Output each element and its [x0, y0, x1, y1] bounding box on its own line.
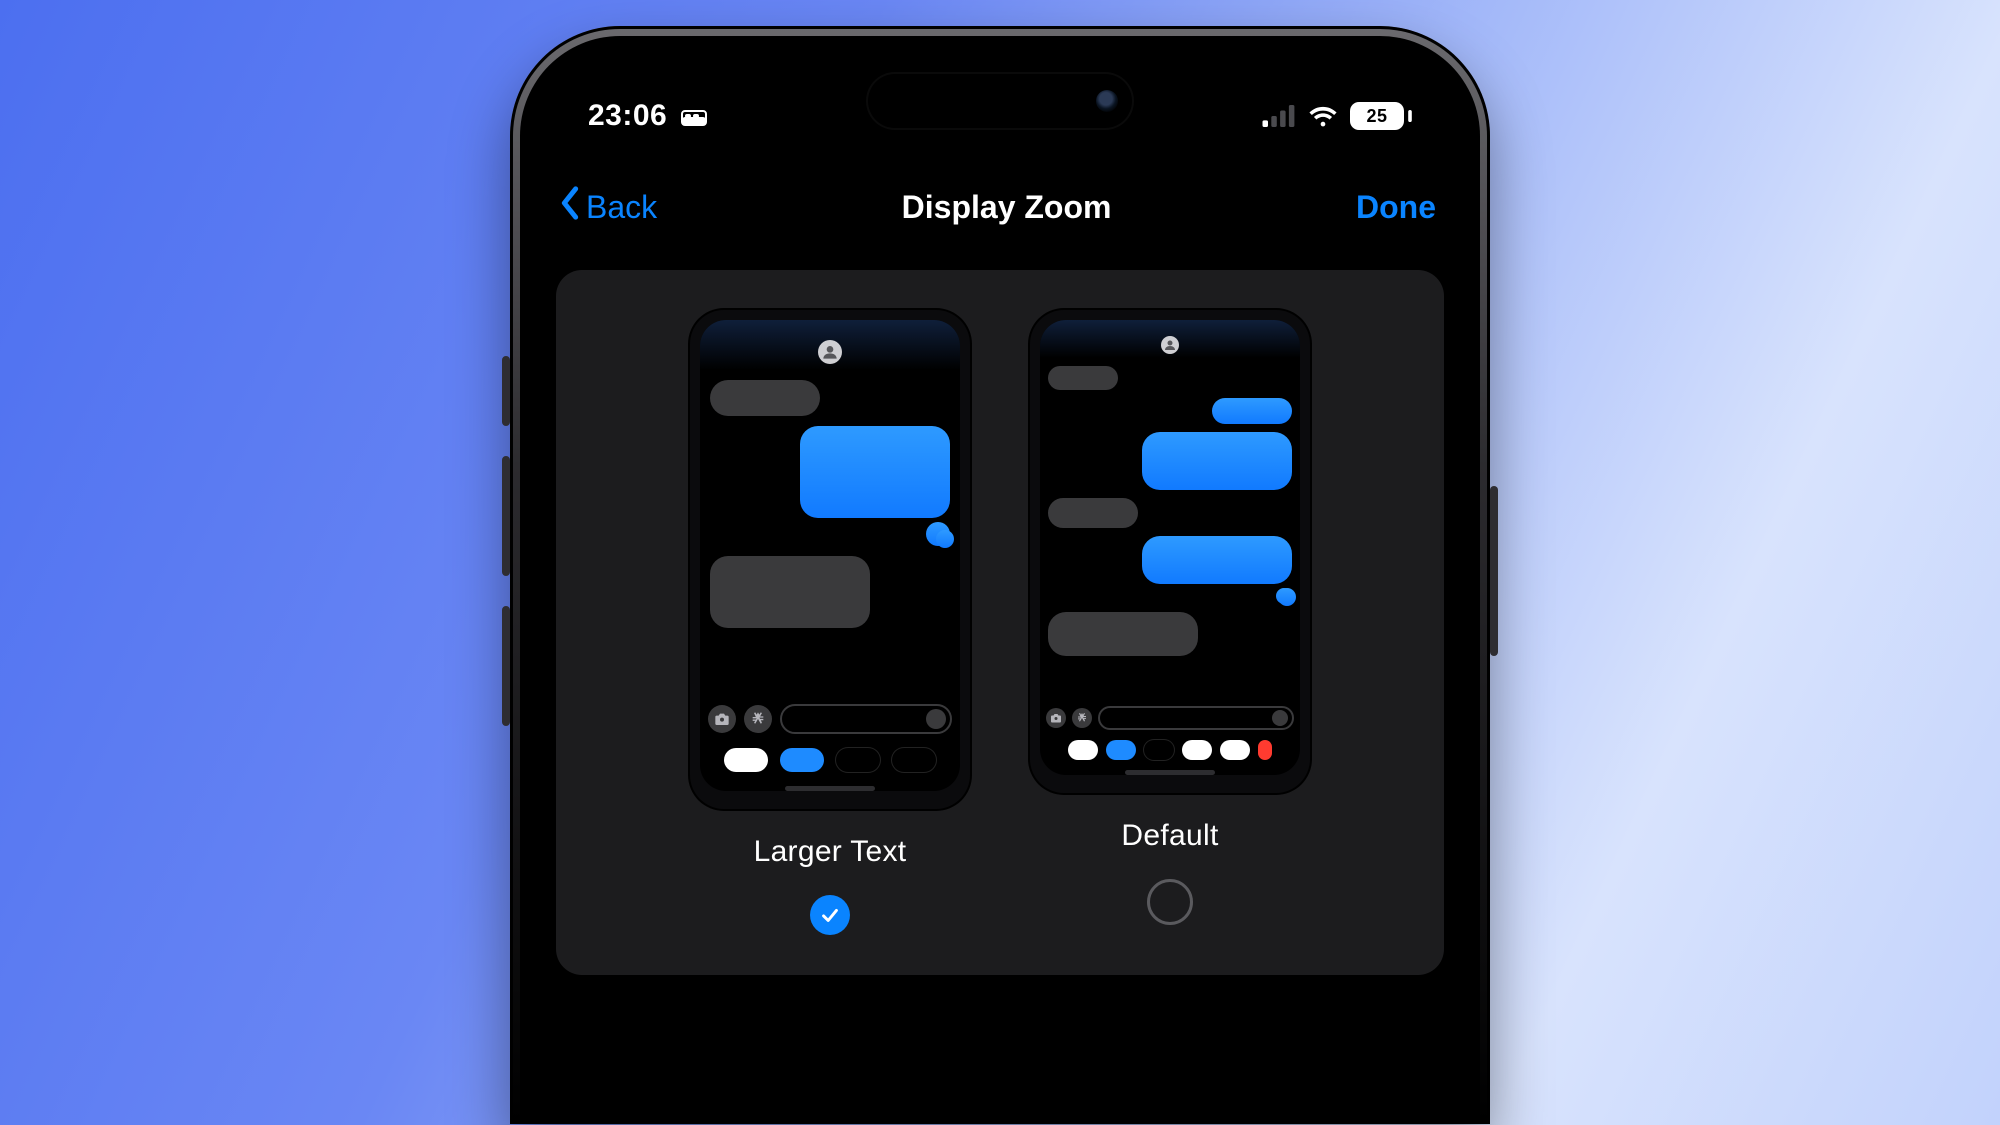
- radio-larger-text[interactable]: [810, 895, 850, 935]
- preview-default: [1030, 310, 1310, 793]
- done-button[interactable]: Done: [1356, 189, 1436, 226]
- volume-up-button: [502, 456, 510, 576]
- phone-screen: 23:06: [528, 44, 1472, 1124]
- phone-frame: 23:06: [510, 26, 1490, 1124]
- option-default[interactable]: Default: [1030, 310, 1310, 935]
- wifi-icon: [1308, 105, 1338, 127]
- mute-switch: [502, 356, 510, 426]
- message-bubble-received: [710, 556, 870, 628]
- app-store-icon: [1072, 708, 1092, 728]
- contact-avatar-icon: [1161, 336, 1179, 354]
- preview-header: [700, 320, 960, 370]
- preview-input-bar: [1046, 706, 1294, 730]
- message-bubble-sent: [1212, 398, 1292, 424]
- preview-larger-text: [690, 310, 970, 809]
- dock-item: [780, 748, 824, 772]
- message-input-field: [1098, 706, 1294, 730]
- dock-item: [892, 748, 936, 772]
- preview-input-bar: [708, 704, 952, 734]
- radio-default[interactable]: [1147, 879, 1193, 925]
- option-label-default: Default: [1121, 819, 1218, 853]
- dock-item: [724, 748, 768, 772]
- page-title: Display Zoom: [902, 189, 1112, 226]
- battery-percent: 25: [1350, 102, 1404, 130]
- dock-item: [1068, 740, 1098, 760]
- message-input-field: [780, 704, 952, 734]
- dock-item: [836, 748, 880, 772]
- cellular-signal-icon: [1262, 105, 1296, 127]
- dynamic-island: [868, 74, 1132, 128]
- home-indicator-icon: [785, 786, 875, 791]
- message-bubble-received: [1048, 612, 1198, 656]
- contact-avatar-icon: [818, 340, 842, 364]
- voice-memo-icon: [926, 709, 946, 729]
- voice-memo-icon: [1272, 710, 1288, 726]
- zoom-options-panel: Larger Text: [556, 270, 1444, 975]
- sleep-focus-icon: [681, 105, 707, 127]
- dock-item: [1182, 740, 1212, 760]
- side-button: [1490, 486, 1498, 656]
- front-camera-icon: [1096, 90, 1118, 112]
- preview-header: [1040, 320, 1300, 358]
- message-bubble-received: [1048, 498, 1138, 528]
- battery-indicator: 25: [1350, 102, 1412, 130]
- message-bubble-sent: [800, 426, 950, 518]
- back-label: Back: [586, 189, 657, 226]
- app-store-icon: [744, 705, 772, 733]
- volume-down-button: [502, 606, 510, 726]
- message-bubble-received: [1048, 366, 1118, 390]
- message-bubble-sent: [1142, 536, 1292, 584]
- message-bubble-sent: [1142, 432, 1292, 490]
- dock-item: [1144, 740, 1174, 760]
- checkmark-icon: [819, 904, 841, 926]
- home-indicator-icon: [1125, 770, 1215, 775]
- option-label-larger-text: Larger Text: [754, 835, 907, 869]
- message-bubble-sent: [1276, 588, 1292, 604]
- chevron-left-icon: [558, 186, 582, 228]
- navigation-bar: Back Display Zoom Done: [528, 146, 1472, 258]
- dock-item: [1106, 740, 1136, 760]
- dock-item: [1258, 740, 1272, 760]
- camera-icon: [1046, 708, 1066, 728]
- preview-dock: [700, 748, 960, 772]
- message-bubble-sent: [926, 522, 950, 546]
- camera-icon: [708, 705, 736, 733]
- option-larger-text[interactable]: Larger Text: [690, 310, 970, 935]
- message-bubble-received: [710, 380, 820, 416]
- preview-dock: [1040, 740, 1300, 760]
- dock-item: [1220, 740, 1250, 760]
- back-button[interactable]: Back: [558, 186, 657, 228]
- status-time: 23:06: [588, 99, 667, 133]
